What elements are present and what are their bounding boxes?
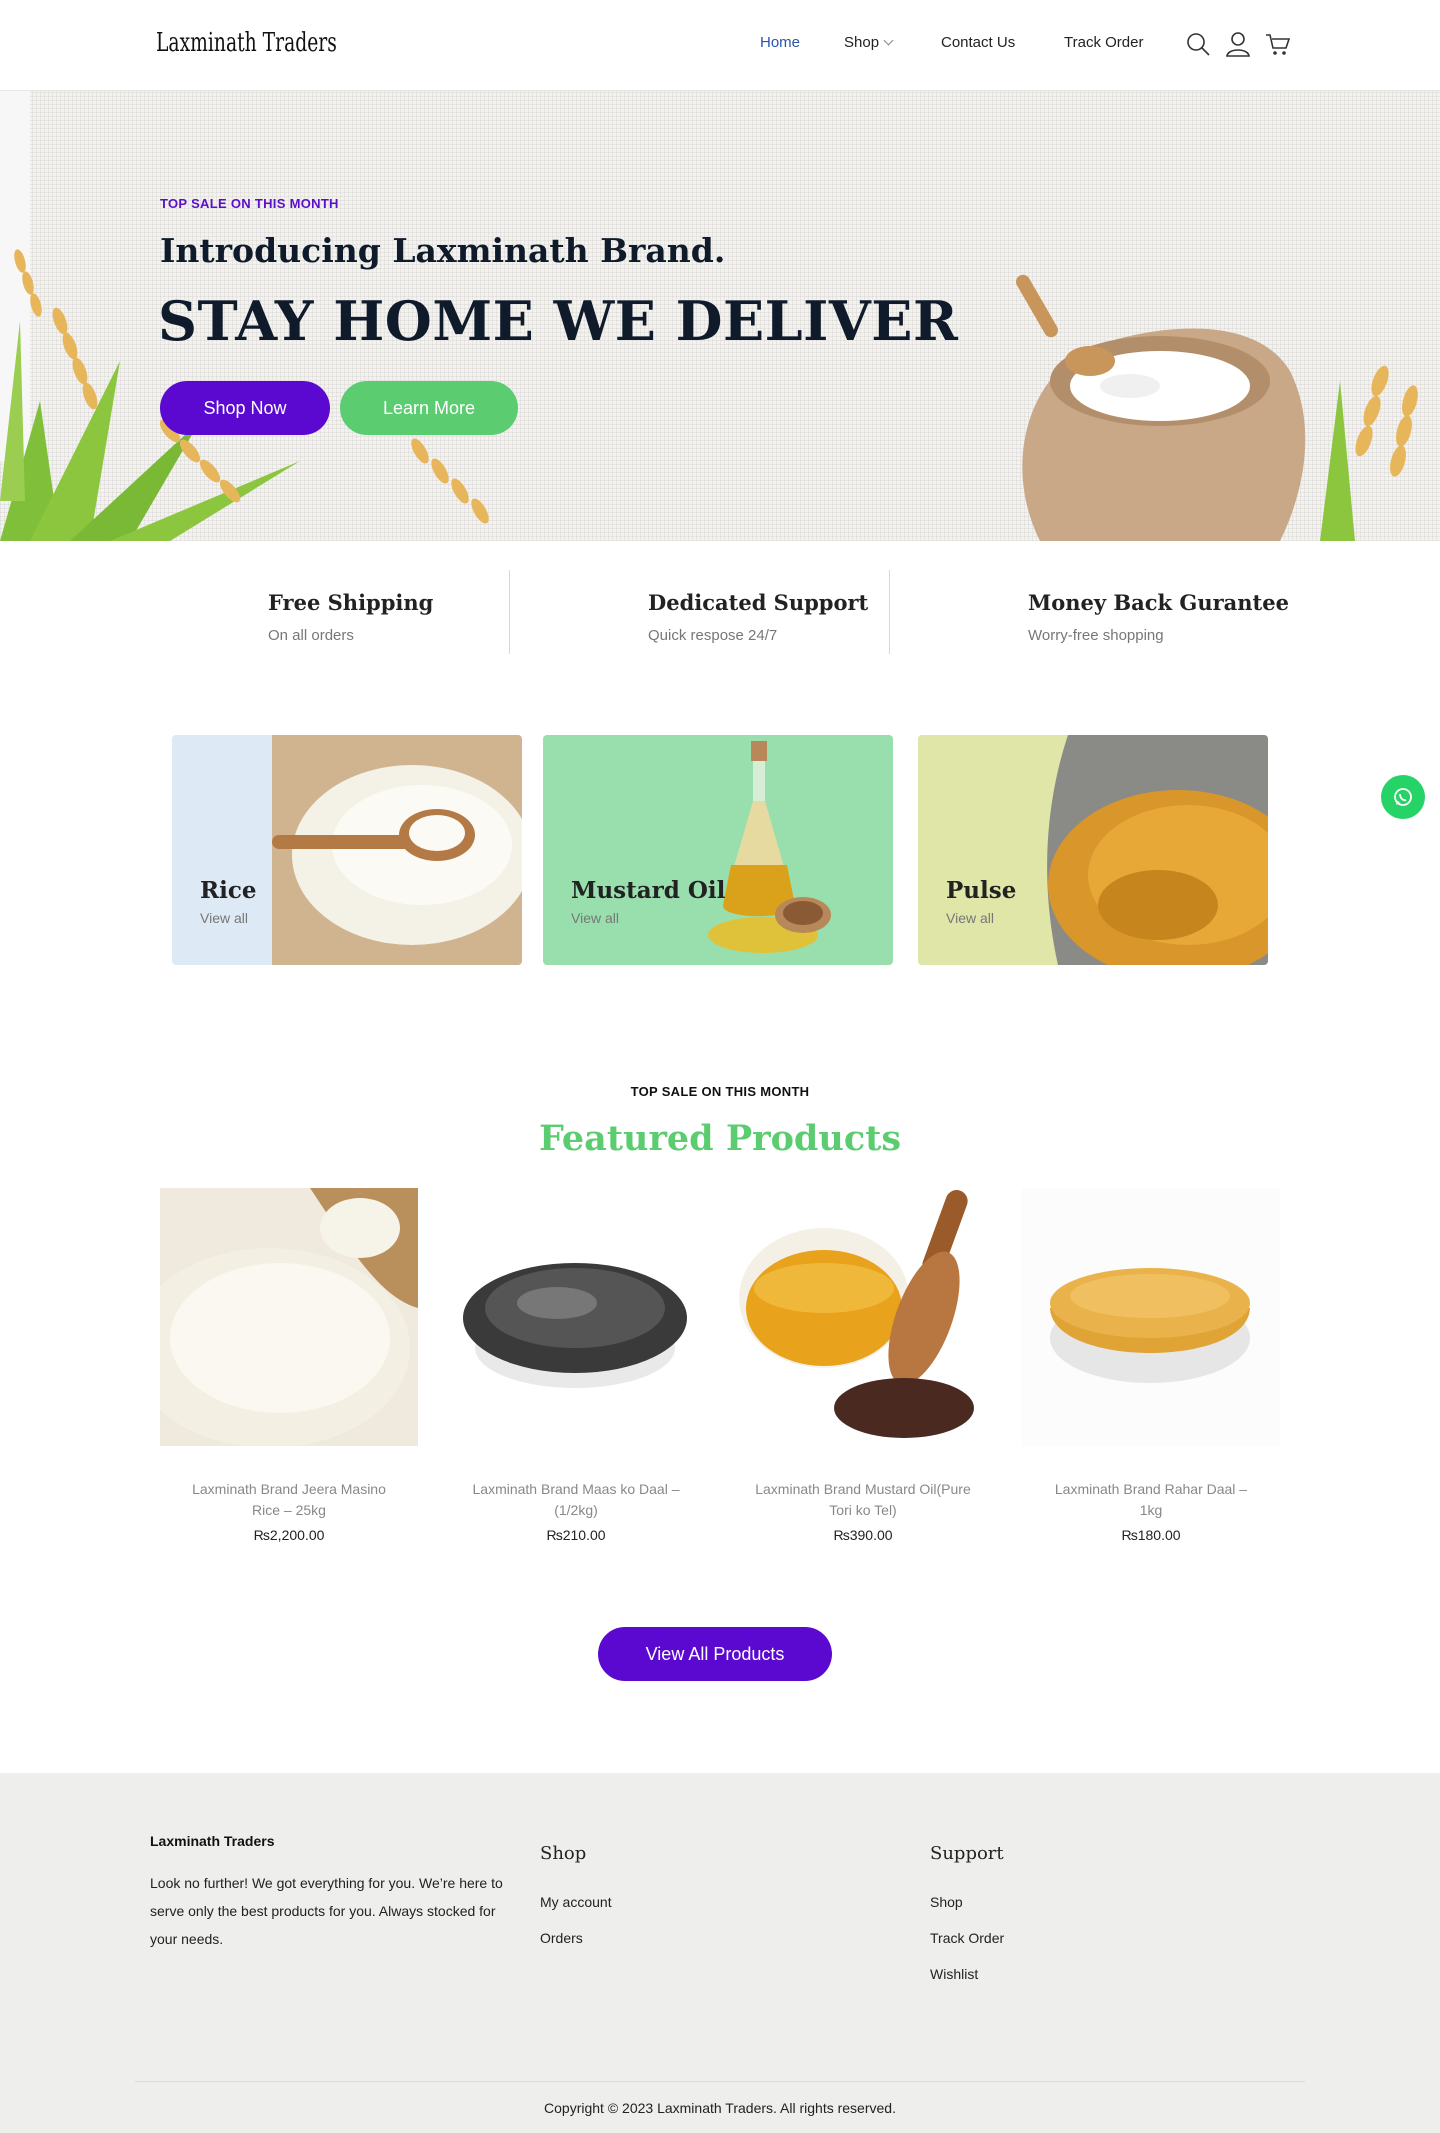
nav-shop[interactable]: Shop (844, 34, 894, 51)
site-header: Laxminath Traders Home Shop Contact Us T… (0, 0, 1440, 91)
category-view-all[interactable]: View all (571, 910, 619, 926)
hero-banner: TOP SALE ON THIS MONTH Introducing Laxmi… (0, 91, 1440, 541)
footer-link-my-account[interactable]: My account (540, 1894, 612, 1910)
category-card-mustard-oil[interactable]: Mustard Oil View all (543, 735, 893, 965)
product-card[interactable]: Laxminath Brand Rahar Daal – 1kg ₨180.00 (1022, 1188, 1280, 1543)
featured-tag: TOP SALE ON THIS MONTH (630, 1084, 810, 1099)
product-card[interactable]: Laxminath Brand Maas ko Daal – (1/2kg) ₨… (447, 1188, 705, 1543)
feature-dedicated-support: Dedicated Support Quick respose 24/7 (648, 590, 868, 644)
feature-title: Dedicated Support (648, 590, 869, 615)
user-icon[interactable] (1224, 30, 1252, 58)
rice-image (272, 735, 522, 965)
whatsapp-button[interactable] (1381, 775, 1425, 819)
product-name[interactable]: Laxminath Brand Mustard Oil(Pure Tori ko… (734, 1479, 992, 1521)
footer-support-column: Support Shop Track Order Wishlist (930, 1843, 1004, 2002)
product-card[interactable]: Laxminath Brand Mustard Oil(Pure Tori ko… (734, 1188, 992, 1543)
product-image-mustard-oil[interactable] (734, 1188, 992, 1446)
hero-subtitle: Introducing Laxminath Brand. (160, 231, 726, 270)
category-card-pulse[interactable]: Pulse View all (918, 735, 1268, 965)
divider (509, 570, 510, 654)
product-price: ₨2,200.00 (253, 1527, 325, 1543)
footer-brand: Laxminath Traders (150, 1833, 275, 1849)
hero-tag: TOP SALE ON THIS MONTH (160, 196, 339, 211)
divider (889, 570, 890, 654)
whatsapp-icon (1394, 788, 1412, 806)
rice-sack-illustration (1016, 274, 1418, 541)
view-all-products-button[interactable]: View All Products (598, 1627, 832, 1681)
pulse-image (1047, 735, 1268, 965)
nav-shop-label: Shop (844, 34, 880, 51)
footer-heading: Shop (540, 1843, 587, 1864)
mustard-oil-image (708, 741, 831, 953)
footer-link-shop[interactable]: Shop (930, 1894, 1004, 1910)
feature-free-shipping: Free Shipping On all orders (268, 590, 433, 644)
site-logo[interactable]: Laxminath Traders (156, 28, 337, 58)
product-image-rahar-daal[interactable] (1022, 1188, 1280, 1446)
product-name[interactable]: Laxminath Brand Rahar Daal – 1kg (1022, 1479, 1280, 1521)
footer-link-orders[interactable]: Orders (540, 1930, 612, 1946)
footer-divider (135, 2081, 1305, 2082)
product-image-rice[interactable] (130, 1188, 418, 1448)
footer-link-track-order[interactable]: Track Order (930, 1930, 1004, 1946)
feature-subtitle: Quick respose 24/7 (648, 627, 778, 644)
feature-title: Money Back Gurantee (1028, 590, 1289, 615)
shop-now-button[interactable]: Shop Now (160, 381, 330, 435)
footer-shop-column: Shop My account Orders (540, 1843, 612, 1966)
product-name[interactable]: Laxminath Brand Jeera Masino Rice – 25kg (160, 1479, 418, 1521)
footer-copyright: Copyright © 2023 Laxminath Traders. All … (544, 2100, 896, 2116)
category-name: Mustard Oil (571, 877, 726, 904)
product-price: ₨180.00 (1121, 1527, 1181, 1543)
nav-track-order[interactable]: Track Order (1064, 34, 1143, 51)
category-view-all[interactable]: View all (200, 910, 248, 926)
feature-subtitle: Worry-free shopping (1028, 627, 1164, 644)
featured-title: Featured Products (538, 1118, 902, 1159)
nav-contact[interactable]: Contact Us (941, 34, 1015, 51)
learn-more-button[interactable]: Learn More (340, 381, 518, 435)
nav-home[interactable]: Home (760, 34, 800, 51)
product-price: ₨390.00 (833, 1527, 893, 1543)
feature-money-back: Money Back Gurantee Worry-free shopping (1028, 590, 1289, 644)
footer-link-wishlist[interactable]: Wishlist (930, 1966, 1004, 1982)
category-view-all[interactable]: View all (946, 910, 994, 926)
product-name[interactable]: Laxminath Brand Maas ko Daal – (1/2kg) (447, 1479, 705, 1521)
product-price: ₨210.00 (546, 1527, 606, 1543)
site-footer: Laxminath Traders Look no further! We go… (0, 1773, 1440, 2133)
feature-subtitle: On all orders (268, 627, 354, 644)
category-name: Pulse (946, 877, 1017, 904)
hero-title: STAY HOME WE DELIVER (158, 289, 959, 353)
feature-title: Free Shipping (268, 590, 434, 615)
category-card-rice[interactable]: Rice View all (172, 735, 522, 965)
chevron-down-icon (883, 35, 894, 46)
cart-icon[interactable] (1264, 30, 1292, 58)
search-icon[interactable] (1184, 30, 1212, 58)
footer-heading: Support (930, 1843, 1004, 1864)
product-card[interactable]: Laxminath Brand Jeera Masino Rice – 25kg… (130, 1188, 418, 1543)
product-image-maas-daal[interactable] (447, 1188, 705, 1446)
footer-description: Look no further! We got everything for y… (150, 1875, 503, 1947)
category-name: Rice (200, 877, 257, 904)
